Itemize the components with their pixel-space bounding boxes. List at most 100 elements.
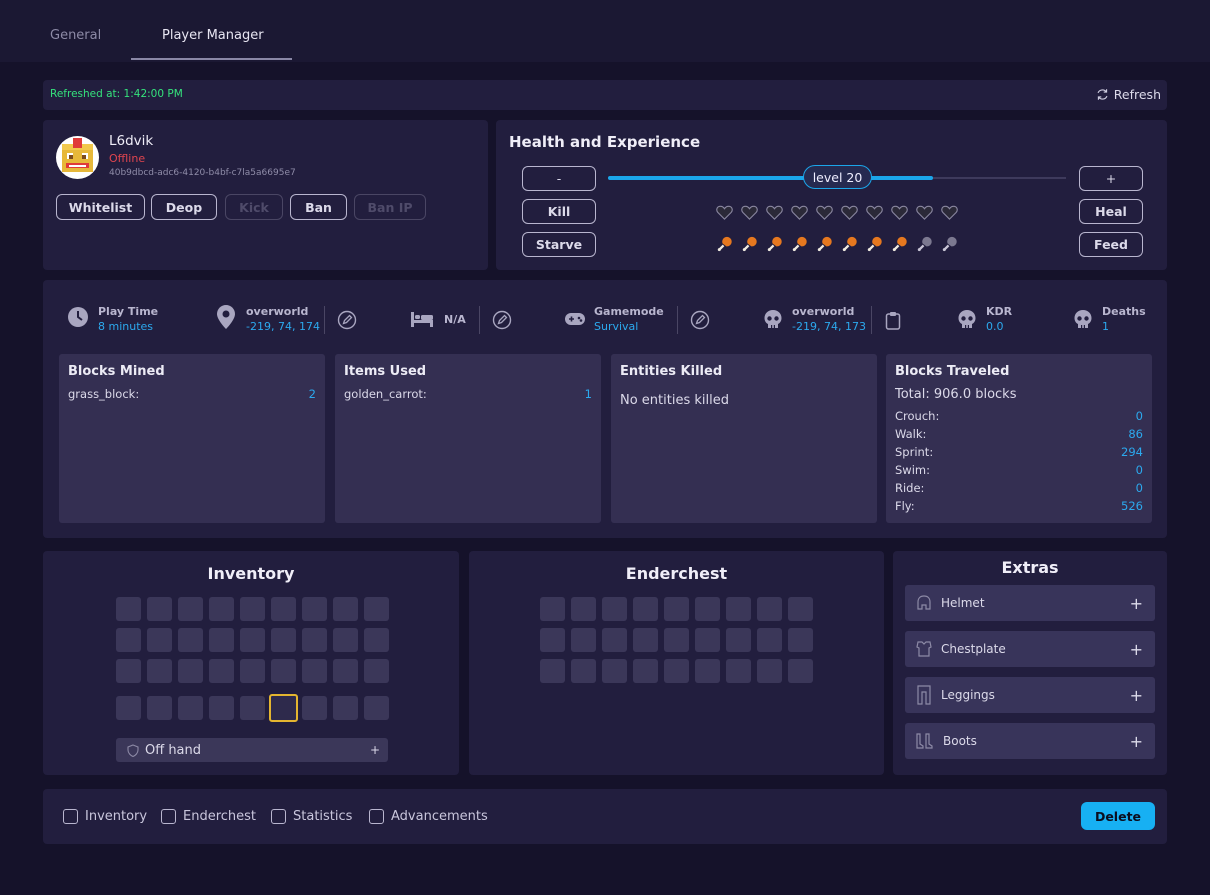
boots-slot[interactable]: Boots + xyxy=(905,723,1155,759)
inventory-checkbox[interactable]: Inventory xyxy=(63,809,147,824)
enderchest-slot[interactable] xyxy=(633,628,658,652)
enderchest-checkbox[interactable]: Enderchest xyxy=(161,809,256,824)
enderchest-slot[interactable] xyxy=(571,659,596,683)
add-leggings-button[interactable]: + xyxy=(1130,686,1143,705)
enderchest-slot[interactable] xyxy=(788,659,813,683)
level-increase-button[interactable]: + xyxy=(1079,166,1143,191)
inventory-slot[interactable] xyxy=(209,597,234,621)
enderchest-slot[interactable] xyxy=(726,628,751,652)
inventory-slot[interactable] xyxy=(178,628,203,652)
tab-player-manager[interactable]: Player Manager xyxy=(162,28,264,43)
ban-button[interactable]: Ban xyxy=(290,194,347,220)
kick-button[interactable]: Kick xyxy=(225,194,283,220)
checkbox-box[interactable] xyxy=(369,809,384,824)
enderchest-slot[interactable] xyxy=(695,659,720,683)
hotbar-slot[interactable] xyxy=(147,696,172,720)
edit-bed-icon[interactable] xyxy=(492,310,512,334)
enderchest-slot[interactable] xyxy=(571,597,596,621)
enderchest-slot[interactable] xyxy=(633,659,658,683)
inventory-slot[interactable] xyxy=(333,628,358,652)
hotbar-slot[interactable] xyxy=(240,696,265,720)
advancements-checkbox[interactable]: Advancements xyxy=(369,809,488,824)
delete-button[interactable]: Delete xyxy=(1081,802,1155,830)
starve-button[interactable]: Starve xyxy=(522,232,596,257)
inventory-slot[interactable] xyxy=(271,628,296,652)
enderchest-slot[interactable] xyxy=(664,659,689,683)
refresh-button[interactable]: Refresh xyxy=(1096,87,1161,102)
inventory-slot[interactable] xyxy=(364,659,389,683)
ban-ip-button[interactable]: Ban IP xyxy=(354,194,426,220)
enderchest-slot[interactable] xyxy=(695,597,720,621)
inventory-slot[interactable] xyxy=(364,597,389,621)
level-slider-thumb[interactable]: level 20 xyxy=(803,165,872,189)
hotbar-slot[interactable] xyxy=(209,696,234,720)
helmet-slot[interactable]: Helmet + xyxy=(905,585,1155,621)
inventory-slot[interactable] xyxy=(147,659,172,683)
inventory-slot[interactable] xyxy=(333,597,358,621)
inventory-slot[interactable] xyxy=(333,659,358,683)
enderchest-slot[interactable] xyxy=(540,597,565,621)
heal-button[interactable]: Heal xyxy=(1079,199,1143,224)
inventory-slot[interactable] xyxy=(116,659,141,683)
feed-button[interactable]: Feed xyxy=(1079,232,1143,257)
checkbox-box[interactable] xyxy=(271,809,286,824)
offhand-slot[interactable]: Off hand + xyxy=(116,738,388,762)
inventory-slot[interactable] xyxy=(364,628,389,652)
inventory-slot[interactable] xyxy=(116,597,141,621)
enderchest-slot[interactable] xyxy=(788,597,813,621)
add-boots-button[interactable]: + xyxy=(1130,732,1143,751)
statistics-checkbox[interactable]: Statistics xyxy=(271,809,352,824)
inventory-slot[interactable] xyxy=(240,659,265,683)
enderchest-slot[interactable] xyxy=(788,628,813,652)
clipboard-icon[interactable] xyxy=(885,311,901,334)
level-decrease-button[interactable]: - xyxy=(522,166,596,191)
inventory-slot[interactable] xyxy=(271,597,296,621)
inventory-slot[interactable] xyxy=(209,628,234,652)
hotbar-slot[interactable] xyxy=(178,696,203,720)
whitelist-button[interactable]: Whitelist xyxy=(56,194,145,220)
inventory-slot[interactable] xyxy=(147,597,172,621)
add-helmet-button[interactable]: + xyxy=(1130,594,1143,613)
enderchest-slot[interactable] xyxy=(726,659,751,683)
deop-button[interactable]: Deop xyxy=(151,194,217,220)
enderchest-slot[interactable] xyxy=(757,659,782,683)
enderchest-slot[interactable] xyxy=(664,628,689,652)
inventory-slot[interactable] xyxy=(271,659,296,683)
kill-button[interactable]: Kill xyxy=(522,199,596,224)
hotbar-slot[interactable] xyxy=(302,696,327,720)
inventory-slot[interactable] xyxy=(240,597,265,621)
enderchest-slot[interactable] xyxy=(602,659,627,683)
checkbox-box[interactable] xyxy=(161,809,176,824)
leggings-slot[interactable]: Leggings + xyxy=(905,677,1155,713)
inventory-slot[interactable] xyxy=(178,597,203,621)
hotbar-slot[interactable] xyxy=(364,696,389,720)
inventory-slot[interactable] xyxy=(116,628,141,652)
enderchest-slot[interactable] xyxy=(571,628,596,652)
tab-general[interactable]: General xyxy=(50,28,101,43)
enderchest-slot[interactable] xyxy=(540,628,565,652)
inventory-slot[interactable] xyxy=(302,659,327,683)
enderchest-slot[interactable] xyxy=(664,597,689,621)
offhand-add-button[interactable]: + xyxy=(370,743,380,757)
hotbar-slot[interactable] xyxy=(116,696,141,720)
edit-location-icon[interactable] xyxy=(337,310,357,334)
enderchest-slot[interactable] xyxy=(757,597,782,621)
edit-gamemode-icon[interactable] xyxy=(690,310,710,334)
chestplate-slot[interactable]: Chestplate + xyxy=(905,631,1155,667)
add-chestplate-button[interactable]: + xyxy=(1130,640,1143,659)
enderchest-slot[interactable] xyxy=(602,628,627,652)
enderchest-slot[interactable] xyxy=(540,659,565,683)
inventory-slot[interactable] xyxy=(302,628,327,652)
inventory-slot[interactable] xyxy=(240,628,265,652)
enderchest-slot[interactable] xyxy=(695,628,720,652)
enderchest-slot[interactable] xyxy=(757,628,782,652)
inventory-slot[interactable] xyxy=(147,628,172,652)
enderchest-slot[interactable] xyxy=(726,597,751,621)
inventory-slot[interactable] xyxy=(209,659,234,683)
hotbar-slot[interactable] xyxy=(269,694,298,722)
enderchest-slot[interactable] xyxy=(633,597,658,621)
checkbox-box[interactable] xyxy=(63,809,78,824)
inventory-slot[interactable] xyxy=(178,659,203,683)
hotbar-slot[interactable] xyxy=(333,696,358,720)
enderchest-slot[interactable] xyxy=(602,597,627,621)
